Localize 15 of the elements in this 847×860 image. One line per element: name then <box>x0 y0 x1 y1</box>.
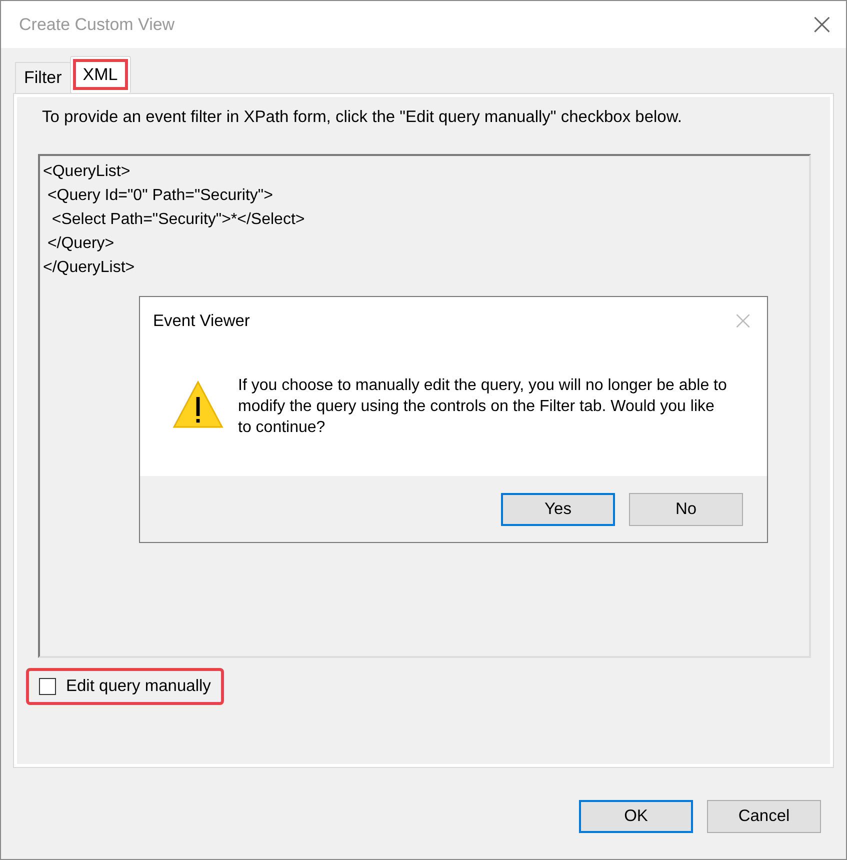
query-text-area[interactable]: <QueryList> <Query Id="0" Path="Security"> <Select Path="Security">*</Select> </Query> </QueryList> Event Viewer × If you choose to manually edit the query, you will no longer be able to modify the query using the controls on the Filter tab. Would you like to continue? Yes No <box>38 154 811 658</box>
close-button[interactable]: × <box>798 4 846 44</box>
dialog-button[interactable]: OK <box>579 800 693 833</box>
checkbox-label[interactable]: Edit query manually <box>66 677 211 696</box>
checkbox[interactable] <box>39 678 56 695</box>
tab[interactable]: Filter <box>15 62 71 93</box>
dialog-message: If you choose to manually edit the query, you will no longer be able to modify the query using the controls on the Filter tab. Would you like to continue? <box>238 376 728 438</box>
tab[interactable]: XML <box>70 56 131 93</box>
instruction-text: To provide an event filter in XPath form, click the "Edit query manually" checkbox below. <box>42 108 683 128</box>
warning-icon <box>172 379 224 431</box>
dialog-button[interactable]: Cancel <box>707 800 821 833</box>
dialog-title: Event Viewer <box>153 312 250 330</box>
dialog-button[interactable]: Yes <box>501 492 615 526</box>
dialog-button[interactable]: No <box>629 492 743 526</box>
window-title: Create Custom View <box>19 14 175 34</box>
